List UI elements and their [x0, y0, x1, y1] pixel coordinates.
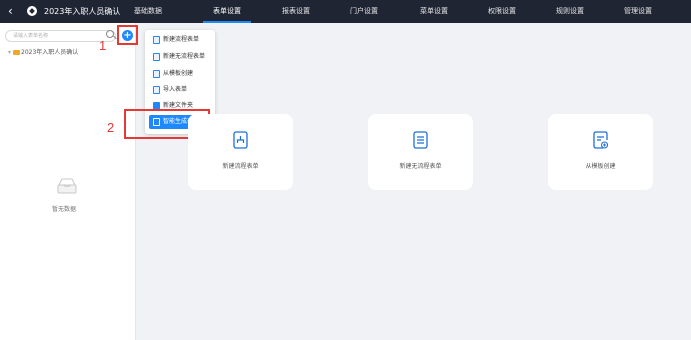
menu-item-from-template[interactable]: 从模板创建 — [149, 67, 211, 81]
card-label: 新建流程表单 — [222, 163, 259, 170]
empty-box-icon — [57, 178, 77, 194]
form-icon — [153, 53, 160, 61]
search-icon[interactable] — [106, 30, 114, 38]
tree-root-item[interactable]: ▾ 2023年入职人员确认 — [8, 47, 78, 56]
menu-item-new-flow-form[interactable]: 新建流程表单 — [149, 33, 211, 47]
card-from-template[interactable]: 从模板创建 — [548, 114, 653, 190]
folder-icon — [13, 50, 21, 55]
tab-form-settings[interactable]: 表单设置 — [203, 0, 251, 23]
menu-item-import-form[interactable]: 导入表单 — [149, 83, 211, 97]
card-label: 新建无流程表单 — [399, 163, 442, 170]
tree-root-label: 2023年入职人员确认 — [21, 49, 79, 56]
form-icon — [413, 131, 428, 149]
empty-state-text: 暂无数据 — [52, 206, 77, 213]
flow-form-icon — [153, 36, 160, 44]
template-add-icon — [593, 131, 608, 149]
menu-item-new-form[interactable]: 新建无流程表单 — [149, 50, 211, 64]
annotation-step-1: 1 — [99, 38, 107, 53]
top-nav-bar: ‹ 2023年入职人员确认 基础数据 表单设置 报表设置 门户设置 菜单设置 权… — [0, 0, 691, 23]
app-logo-icon — [27, 6, 37, 16]
annotation-box-1 — [117, 25, 138, 45]
card-new-flow-form[interactable]: 新建流程表单 — [188, 114, 293, 190]
tab-portal-settings[interactable]: 门户设置 — [340, 0, 388, 23]
menu-item-label: 新建无流程表单 — [163, 53, 206, 60]
annotation-step-2: 2 — [107, 120, 115, 135]
card-new-form[interactable]: 新建无流程表单 — [368, 114, 473, 190]
tab-basic-data[interactable]: 基础数据 — [124, 0, 172, 23]
tab-report-settings[interactable]: 报表设置 — [272, 0, 320, 23]
tab-rule-settings[interactable]: 规则设置 — [546, 0, 594, 23]
menu-item-label: 从模板创建 — [163, 70, 194, 77]
template-icon — [153, 70, 160, 78]
tab-menu-settings[interactable]: 菜单设置 — [410, 0, 458, 23]
menu-item-label: 新建流程表单 — [163, 36, 200, 43]
tab-permission-settings[interactable]: 权限设置 — [478, 0, 526, 23]
sidebar: 请输入表单名称 + ▾ 2023年入职人员确认 暂无数据 — [0, 23, 136, 340]
import-icon — [153, 86, 160, 94]
caret-down-icon[interactable]: ▾ — [8, 49, 11, 56]
tab-manage-settings[interactable]: 管理设置 — [614, 0, 662, 23]
chevron-left-icon[interactable]: ‹ — [8, 4, 13, 18]
app-title: 2023年入职人员确认 — [44, 7, 121, 16]
flow-form-icon — [233, 131, 248, 149]
menu-item-label: 导入表单 — [163, 86, 188, 93]
card-label: 从模板创建 — [585, 163, 616, 170]
menu-item-label: 新建文件夹 — [163, 102, 194, 109]
